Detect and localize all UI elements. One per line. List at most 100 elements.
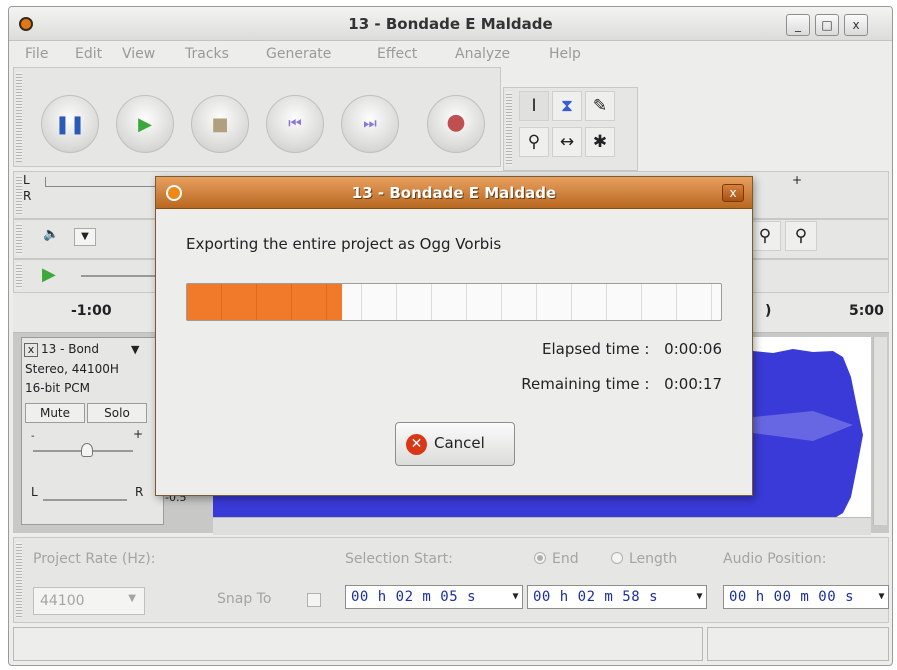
cancel-button-label: Cancel bbox=[434, 434, 485, 452]
track-close-button[interactable]: x bbox=[24, 343, 38, 357]
selection-start-timecode[interactable]: 00 h 02 m 05 s ▼ bbox=[345, 585, 523, 609]
selection-end-value: 00 h 02 m 58 s bbox=[533, 589, 659, 605]
input-source-dropdown[interactable]: ▼ bbox=[74, 228, 96, 246]
vertical-scrollbar[interactable] bbox=[873, 337, 887, 525]
title-bar[interactable]: 13 - Bondade E Maldade _ □ x bbox=[9, 7, 892, 41]
play-speed-slider[interactable] bbox=[81, 275, 161, 277]
track-name-menu[interactable]: 13 - Bond bbox=[41, 342, 99, 356]
record-meter[interactable] bbox=[45, 177, 165, 187]
status-bar bbox=[13, 627, 703, 661]
menu-help[interactable]: Help bbox=[549, 46, 581, 62]
menu-bar: File Edit View Tracks Generate Effect An… bbox=[9, 41, 892, 67]
snap-to-label: Snap To bbox=[217, 591, 272, 607]
snap-to-checkbox[interactable] bbox=[307, 593, 321, 607]
length-radio-button[interactable] bbox=[611, 552, 623, 564]
toolbar-grip[interactable] bbox=[16, 263, 22, 289]
menu-view[interactable]: View bbox=[122, 46, 155, 62]
dialog-title: 13 - Bondade E Maldade bbox=[351, 184, 557, 202]
menu-file[interactable]: File bbox=[25, 46, 48, 62]
window-title: 13 - Bondade E Maldade bbox=[348, 15, 553, 33]
envelope-tool-icon[interactable]: ⧗ bbox=[552, 91, 582, 121]
project-rate-combo[interactable]: 44100 ▼ bbox=[33, 587, 145, 615]
audio-position-label: Audio Position: bbox=[723, 551, 827, 567]
ruler-end-label: 5:00 bbox=[849, 303, 884, 319]
project-rate-label: Project Rate (Hz): bbox=[33, 551, 156, 567]
record-icon: ● bbox=[446, 110, 466, 135]
draw-tool-icon[interactable]: ✎ bbox=[585, 91, 615, 121]
menu-generate[interactable]: Generate bbox=[266, 46, 331, 62]
toolbar-grip[interactable] bbox=[16, 542, 22, 618]
meter-right-label: R bbox=[23, 189, 32, 203]
menu-analyze[interactable]: Analyze bbox=[455, 46, 510, 62]
cancel-button[interactable]: ✕ Cancel bbox=[395, 422, 515, 466]
skip-to-start-button[interactable]: ⏮ bbox=[266, 95, 324, 153]
zoom-fit-icon[interactable]: ⚲ bbox=[749, 221, 781, 251]
export-progress-dialog: 13 - Bondade E Maldade x Exporting the e… bbox=[155, 176, 753, 496]
track-info-bitdepth: 16-bit PCM bbox=[25, 381, 91, 395]
skip-start-icon: ⏮ bbox=[288, 114, 302, 132]
end-radio-label: End bbox=[552, 551, 579, 567]
gain-slider-thumb[interactable] bbox=[81, 443, 93, 457]
pause-button[interactable]: ❚❚ bbox=[41, 95, 99, 153]
pan-right-label: R bbox=[135, 485, 144, 499]
zoom-tool-icon[interactable]: ⚲ bbox=[519, 127, 549, 157]
skip-to-end-button[interactable]: ⏭ bbox=[341, 95, 399, 153]
selection-start-label: Selection Start: bbox=[345, 551, 453, 567]
stop-button[interactable]: ■ bbox=[191, 95, 249, 153]
remaining-time-value: 0:00:17 bbox=[664, 375, 722, 393]
track-menu-arrow[interactable]: ▼ bbox=[131, 343, 139, 356]
chevron-down-icon: ▼ bbox=[128, 593, 136, 604]
selection-start-value: 00 h 02 m 05 s bbox=[351, 589, 477, 605]
elapsed-time-row: Elapsed time : 0:00:06 bbox=[542, 340, 722, 358]
zoom-selection-icon[interactable]: ⚲ bbox=[785, 221, 817, 251]
record-button[interactable]: ● bbox=[427, 95, 485, 153]
toolbar-grip[interactable] bbox=[506, 92, 512, 166]
timeshift-tool-icon[interactable]: ↔ bbox=[552, 127, 582, 157]
toolbar-grip[interactable] bbox=[16, 72, 22, 162]
toolbar-grip[interactable] bbox=[16, 175, 22, 215]
remaining-time-label: Remaining time : bbox=[521, 375, 650, 393]
maximize-button[interactable]: □ bbox=[815, 14, 839, 36]
ruler-start-label: -1:00 bbox=[71, 303, 112, 319]
cancel-icon: ✕ bbox=[406, 434, 427, 455]
minimize-button[interactable]: _ bbox=[786, 14, 810, 36]
chevron-down-icon: ▼ bbox=[512, 591, 519, 602]
pan-slider[interactable] bbox=[43, 499, 127, 501]
selection-end-timecode[interactable]: 00 h 02 m 58 s ▼ bbox=[527, 585, 707, 609]
horizontal-scrollbar[interactable] bbox=[213, 517, 871, 535]
gain-plus-label: + bbox=[133, 427, 144, 441]
play-at-speed-icon[interactable]: ▶ bbox=[42, 264, 56, 285]
chevron-down-icon: ▼ bbox=[696, 591, 703, 602]
length-radio[interactable]: Length bbox=[611, 551, 677, 567]
selection-tool-icon[interactable]: I bbox=[519, 91, 549, 121]
menu-edit[interactable]: Edit bbox=[75, 46, 102, 62]
menu-tracks[interactable]: Tracks bbox=[185, 46, 229, 62]
export-message: Exporting the entire project as Ogg Vorb… bbox=[186, 235, 502, 253]
volume-icon: 🔈 bbox=[43, 227, 60, 242]
end-radio-button[interactable] bbox=[534, 552, 546, 564]
ruler-partial-label: ) bbox=[765, 303, 772, 319]
close-button[interactable]: x bbox=[844, 14, 868, 36]
play-button[interactable]: ▶ bbox=[116, 95, 174, 153]
track-info-format: Stereo, 44100H bbox=[25, 362, 119, 376]
toolbar-grip[interactable] bbox=[16, 223, 22, 255]
meter-left-label: L bbox=[23, 173, 30, 187]
audio-position-value: 00 h 00 m 00 s bbox=[729, 589, 855, 605]
audio-position-timecode[interactable]: 00 h 00 m 00 s ▼ bbox=[723, 585, 889, 609]
gain-minus-label: - bbox=[31, 431, 35, 442]
end-radio[interactable]: End bbox=[534, 551, 579, 567]
skip-end-icon: ⏭ bbox=[363, 114, 377, 132]
chevron-down-icon: ▼ bbox=[878, 591, 885, 602]
pause-icon: ❚❚ bbox=[54, 114, 86, 135]
multi-tool-icon[interactable]: ✱ bbox=[585, 127, 615, 157]
menu-effect[interactable]: Effect bbox=[377, 46, 417, 62]
solo-button[interactable]: Solo bbox=[87, 403, 147, 423]
mute-button[interactable]: Mute bbox=[25, 403, 85, 423]
dialog-close-button[interactable]: x bbox=[722, 184, 744, 202]
elapsed-time-label: Elapsed time : bbox=[541, 340, 650, 358]
play-icon: ▶ bbox=[138, 114, 152, 135]
progress-fill bbox=[187, 284, 342, 320]
length-radio-label: Length bbox=[629, 551, 678, 567]
stop-icon: ■ bbox=[211, 114, 229, 135]
dialog-title-bar[interactable]: 13 - Bondade E Maldade x bbox=[156, 177, 752, 209]
